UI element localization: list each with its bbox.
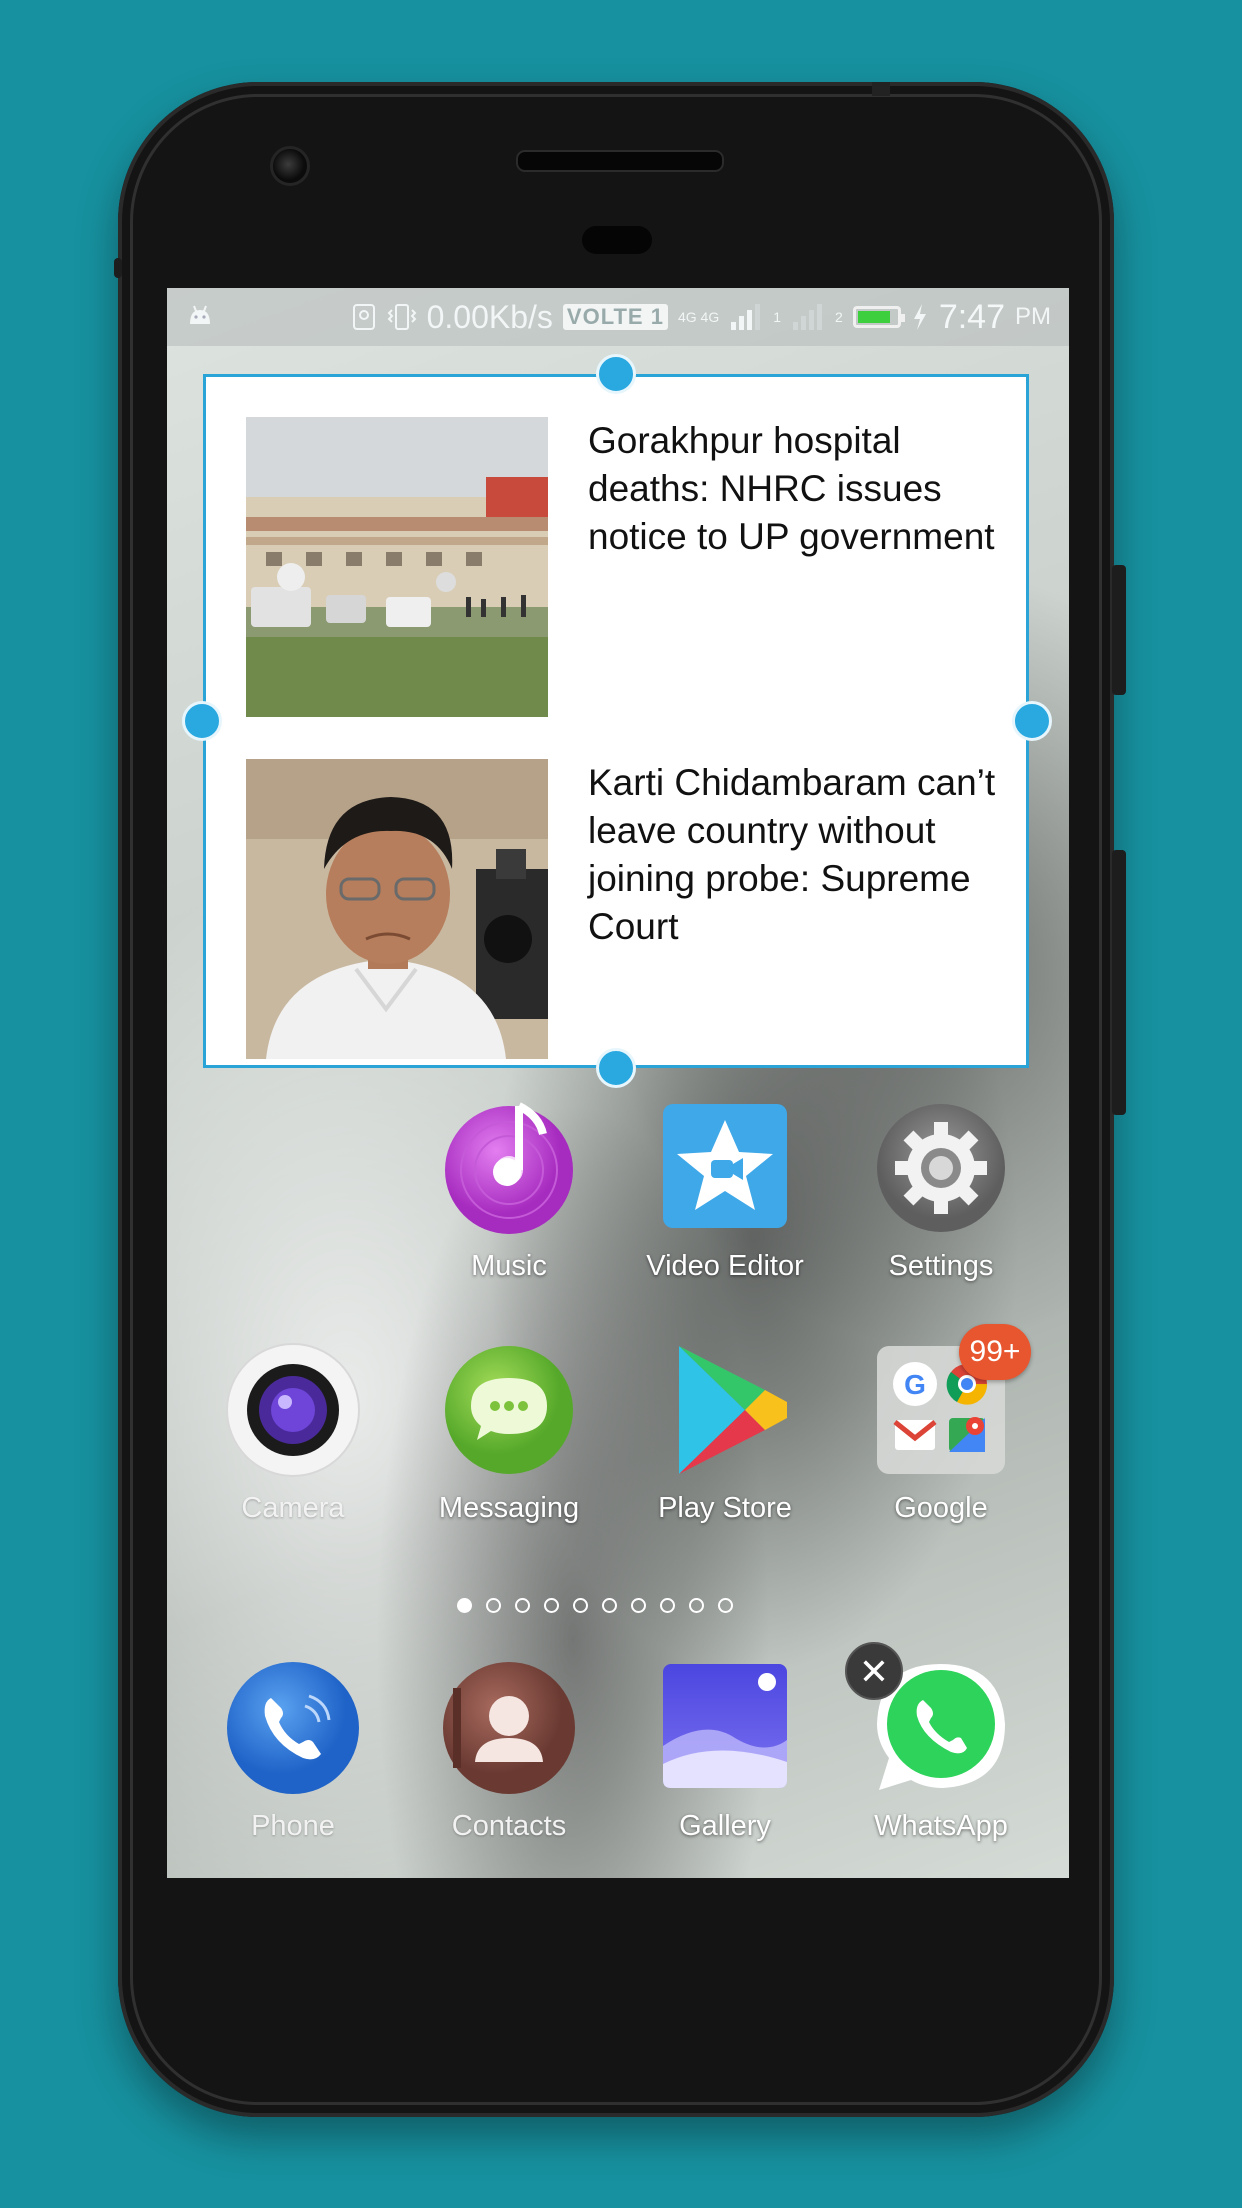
page-dot[interactable]: [660, 1598, 675, 1613]
app-whatsapp[interactable]: ✕ WhatsApp: [841, 1642, 1041, 1843]
volte-badge: VOLTE 1: [562, 304, 668, 330]
svg-text:G: G: [904, 1369, 926, 1400]
page-indicator[interactable]: [457, 1598, 733, 1622]
page-dot[interactable]: [631, 1598, 646, 1613]
app-phone[interactable]: Phone: [193, 1658, 393, 1843]
news-item[interactable]: Karti Chidambaram can’t leave country wi…: [246, 759, 1006, 1059]
vibrate-icon: [387, 304, 417, 330]
google-folder-icon[interactable]: G 99+: [871, 1324, 1031, 1480]
page-dot[interactable]: [486, 1598, 501, 1613]
app-camera[interactable]: Camera: [193, 1340, 393, 1525]
page-dot[interactable]: [544, 1598, 559, 1613]
phone-top-notch: [872, 82, 890, 96]
phone-icon[interactable]: [223, 1658, 363, 1798]
resize-handle-top[interactable]: [596, 354, 636, 394]
signal-sim2-icon: [793, 304, 823, 330]
proximity-sensor: [582, 226, 652, 254]
app-label: Messaging: [438, 1492, 580, 1524]
app-video-editor[interactable]: Video Editor: [625, 1098, 825, 1283]
app-settings[interactable]: Settings: [841, 1098, 1041, 1283]
whatsapp-icon[interactable]: ✕: [845, 1642, 1011, 1798]
app-label: Contacts: [451, 1810, 567, 1842]
android-notification-icon: [190, 305, 210, 324]
play-store-icon[interactable]: [655, 1340, 795, 1480]
charging-icon: [913, 304, 926, 330]
app-label: Camera: [241, 1492, 345, 1524]
page-dot[interactable]: [602, 1598, 617, 1613]
side-button-left: [114, 258, 122, 278]
page-dot[interactable]: [457, 1598, 472, 1613]
news-thumbnail[interactable]: [246, 759, 548, 1059]
notification-badge: 99+: [959, 1324, 1031, 1380]
network-type: 4G 4G: [677, 309, 720, 325]
video-editor-icon[interactable]: [655, 1098, 795, 1238]
messaging-icon[interactable]: [439, 1340, 579, 1480]
app-label: Video Editor: [646, 1250, 804, 1282]
status-bar: 0.00Kb/s VOLTE 1 4G 4G 1 2 7:47 PM: [167, 288, 1069, 346]
page-dot[interactable]: [718, 1598, 733, 1613]
resize-handle-left[interactable]: [182, 701, 222, 741]
app-messaging[interactable]: Messaging: [409, 1340, 609, 1525]
app-gallery[interactable]: Gallery: [625, 1658, 825, 1843]
volume-button: [1112, 565, 1126, 695]
battery-icon: [852, 306, 905, 328]
home-screen: 0.00Kb/s VOLTE 1 4G 4G 1 2 7:47 PM Gorak…: [167, 288, 1069, 1878]
network-speed: 0.00Kb/s: [426, 298, 553, 335]
sim2-label: 2: [835, 309, 843, 325]
app-label: Google: [894, 1492, 988, 1524]
gallery-icon[interactable]: [655, 1658, 795, 1798]
signal-sim1-icon: [731, 304, 761, 330]
app-label: Play Store: [658, 1492, 792, 1524]
gear-icon[interactable]: [871, 1098, 1011, 1238]
remove-app-button[interactable]: ✕: [845, 1642, 903, 1700]
app-label: Music: [471, 1250, 547, 1282]
news-thumbnail[interactable]: [246, 417, 548, 717]
app-label: Gallery: [679, 1810, 771, 1842]
sim1-label: 1: [773, 309, 782, 325]
power-button: [1112, 850, 1126, 1115]
clock-ampm: PM: [1015, 303, 1051, 330]
news-headline[interactable]: Karti Chidambaram can’t leave country wi…: [588, 759, 998, 951]
earpiece-speaker: [516, 150, 724, 172]
app-label: Settings: [888, 1250, 994, 1282]
app-contacts[interactable]: Contacts: [409, 1658, 609, 1843]
page-dot[interactable]: [573, 1598, 588, 1613]
music-icon[interactable]: [439, 1098, 579, 1238]
app-label: Phone: [251, 1810, 335, 1842]
app-music[interactable]: Music: [409, 1098, 609, 1283]
front-camera: [270, 146, 310, 186]
app-label: WhatsApp: [874, 1810, 1008, 1842]
contacts-icon[interactable]: [439, 1658, 579, 1798]
page-dot[interactable]: [689, 1598, 704, 1613]
location-icon: [352, 304, 375, 330]
app-play-store[interactable]: Play Store: [625, 1340, 825, 1525]
news-headline[interactable]: Gorakhpur hospital deaths: NHRC issues n…: [588, 417, 998, 561]
page-dot[interactable]: [515, 1598, 530, 1613]
news-widget[interactable]: Gorakhpur hospital deaths: NHRC issues n…: [203, 374, 1029, 1068]
resize-handle-right[interactable]: [1012, 701, 1052, 741]
app-google-folder[interactable]: G 99+ Google: [841, 1324, 1041, 1525]
resize-handle-bottom[interactable]: [596, 1048, 636, 1088]
clock-time: 7:47: [938, 297, 1005, 336]
news-item[interactable]: Gorakhpur hospital deaths: NHRC issues n…: [246, 417, 1006, 717]
camera-icon[interactable]: [223, 1340, 363, 1480]
